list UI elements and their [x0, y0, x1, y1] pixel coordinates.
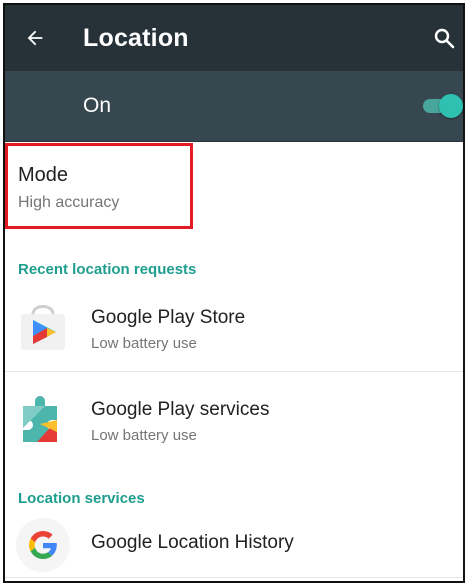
google-g-icon — [16, 518, 70, 572]
divider — [5, 577, 463, 578]
app-battery-usage: Low battery use — [91, 427, 197, 444]
app-battery-usage: Low battery use — [91, 335, 197, 352]
toggle-thumb — [439, 94, 463, 118]
service-name: Google Location History — [91, 532, 294, 553]
play-services-icon — [23, 396, 57, 442]
search-icon — [434, 28, 455, 49]
list-item-google-location-history[interactable]: Google Location History — [5, 513, 463, 573]
location-master-switch-bar[interactable]: On — [5, 71, 463, 142]
mode-setting[interactable]: Mode High accuracy — [5, 143, 193, 229]
recent-requests-header: Recent location requests — [18, 261, 197, 278]
master-switch-label: On — [83, 94, 112, 117]
arrow-back-icon — [27, 30, 43, 46]
divider — [5, 371, 463, 372]
mode-title: Mode — [18, 164, 69, 186]
page-title: Location — [83, 23, 189, 52]
list-item-google-play-services[interactable]: Google Play services Low battery use — [5, 375, 463, 463]
settings-screen: Location On Mode High accuracy Recent lo… — [3, 3, 465, 583]
location-toggle[interactable] — [419, 94, 463, 118]
search-button[interactable] — [427, 19, 461, 57]
app-bar: Location — [5, 5, 463, 71]
location-services-header: Location services — [18, 490, 145, 507]
app-name: Google Play Store — [91, 307, 246, 328]
back-button[interactable] — [5, 5, 65, 71]
play-store-icon — [21, 305, 65, 350]
mode-value: High accuracy — [18, 194, 120, 211]
list-item-google-play-store[interactable]: Google Play Store Low battery use — [5, 283, 463, 371]
app-name: Google Play services — [91, 399, 270, 420]
